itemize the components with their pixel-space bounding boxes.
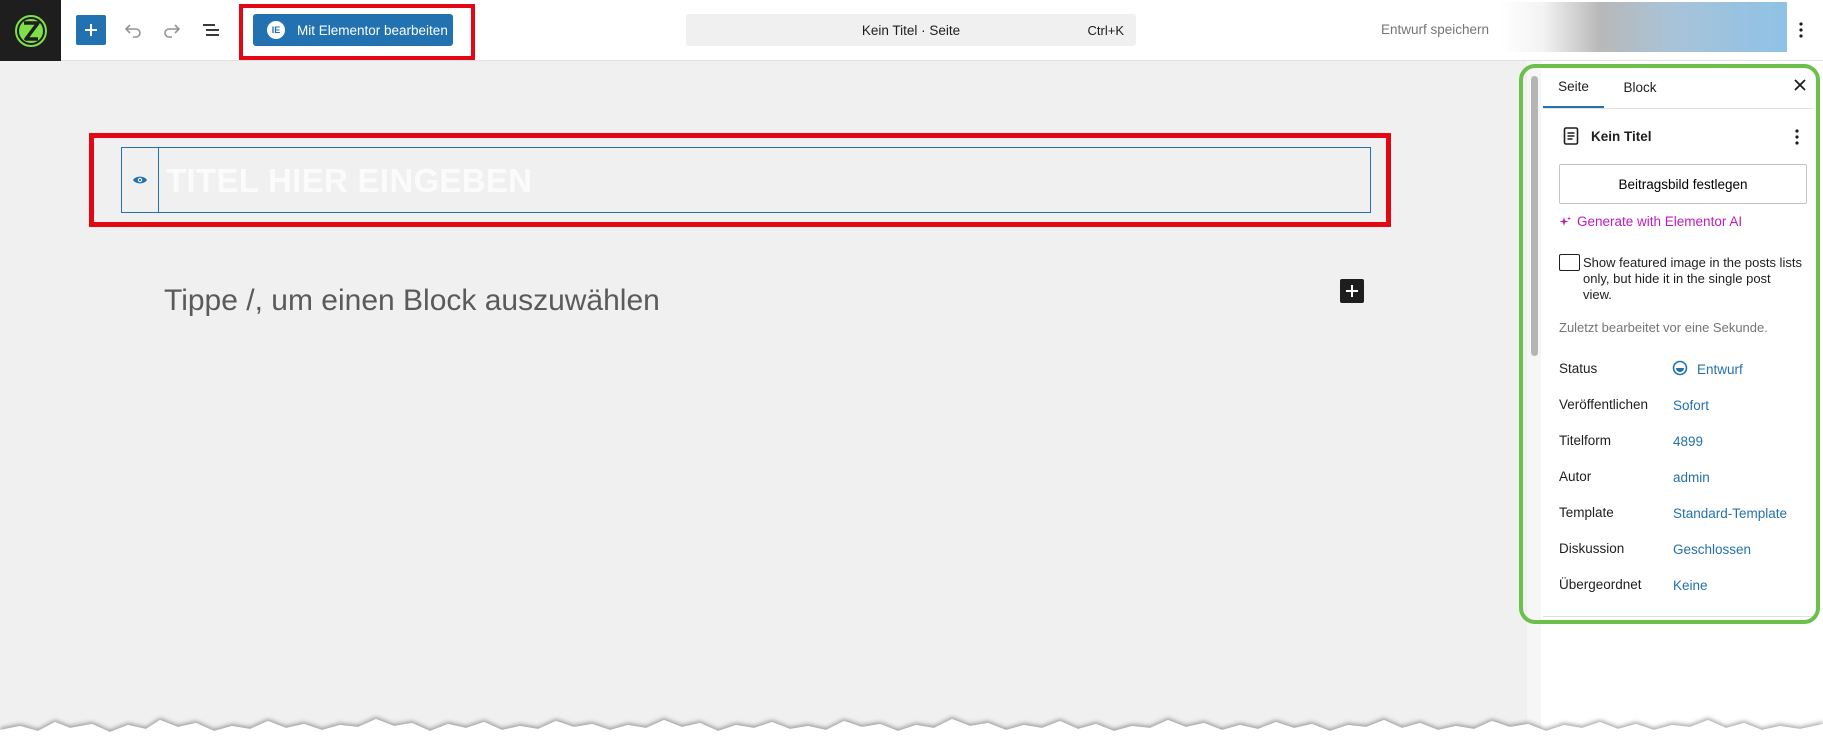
ai-link-label: Generate with Elementor AI (1577, 214, 1743, 229)
meta-label-publish: Veröffentlichen (1559, 397, 1649, 412)
site-logo-icon[interactable] (0, 0, 61, 61)
meta-label-discussion: Diskussion (1559, 541, 1625, 556)
tab-page[interactable]: Seite (1543, 66, 1604, 108)
block-inserter-button[interactable] (1340, 279, 1364, 303)
redo-icon (164, 24, 181, 38)
editor-header: IE Mit Elementor bearbeiten Kein Titel ·… (0, 0, 1823, 61)
meta-value-author[interactable]: admin (1673, 470, 1710, 485)
default-block-appender[interactable]: Tippe /, um einen Block auszuwählen (164, 284, 660, 318)
close-icon (1794, 79, 1806, 91)
sparkle-icon (1559, 216, 1571, 226)
list-view-icon (203, 24, 219, 36)
plus-icon (85, 24, 97, 36)
meta-value-slug[interactable]: 4899 (1673, 434, 1703, 449)
undo-icon (124, 24, 141, 38)
meta-label-parent: Übergeordnet (1559, 577, 1642, 592)
show-featured-image-checkbox[interactable] (1559, 254, 1580, 271)
set-featured-image-button[interactable]: Beitragsbild festlegen (1559, 164, 1807, 204)
document-actions-button[interactable] (1787, 124, 1807, 150)
edit-with-elementor-label: Mit Elementor bearbeiten (297, 22, 448, 38)
meta-value-template[interactable]: Standard-Template (1673, 506, 1787, 521)
meta-value-discussion[interactable]: Geschlossen (1673, 542, 1751, 557)
command-shortcut: Ctrl+K (1087, 23, 1124, 38)
blurred-header-actions (1500, 2, 1787, 52)
more-vertical-icon (1795, 129, 1799, 145)
toggle-title-visibility[interactable] (122, 148, 159, 212)
close-sidebar-button[interactable] (1787, 72, 1813, 98)
last-edited-text: Zuletzt bearbeitet vor eine Sekunde. (1559, 320, 1768, 335)
more-vertical-icon (1799, 22, 1803, 38)
document-title: Kein Titel (1591, 129, 1652, 144)
document-title-label: Kein Titel · Seite (861, 22, 961, 38)
tab-page-label: Seite (1558, 78, 1589, 94)
edit-with-elementor-button[interactable]: IE Mit Elementor bearbeiten (253, 14, 453, 46)
generate-with-elementor-ai-link[interactable]: Generate with Elementor AI (1559, 214, 1742, 229)
options-menu-button[interactable] (1788, 15, 1814, 45)
meta-value-parent[interactable]: Keine (1673, 578, 1708, 593)
meta-label-template: Template (1559, 505, 1614, 520)
meta-value-status[interactable]: Entwurf (1697, 362, 1743, 377)
save-draft-button[interactable]: Entwurf speichern (1381, 22, 1489, 37)
post-title-block[interactable]: TITEL HIER EINGEBEN (121, 147, 1371, 213)
redo-button[interactable] (157, 15, 187, 45)
tab-block-label: Block (1623, 79, 1657, 95)
meta-value-publish[interactable]: Sofort (1673, 398, 1709, 413)
elementor-icon: IE (267, 21, 285, 39)
add-block-button[interactable] (76, 15, 106, 45)
page-icon (1563, 127, 1579, 145)
title-placeholder: TITEL HIER EINGEBEN (166, 162, 533, 199)
list-view-button[interactable] (196, 15, 226, 45)
sidebar-scroll-thumb[interactable] (1531, 76, 1538, 356)
show-featured-image-label: Show featured image in the posts lists o… (1583, 255, 1802, 302)
command-palette-button[interactable]: Kein Titel · Seite Ctrl+K (686, 14, 1136, 46)
meta-label-slug: Titelform (1559, 433, 1612, 448)
plus-icon (1346, 285, 1358, 297)
meta-label-author: Autor (1559, 469, 1592, 484)
draft-status-icon (1672, 360, 1688, 376)
tabs-divider (1543, 108, 1813, 109)
tab-block[interactable]: Block (1610, 66, 1670, 108)
torn-edge-decoration (0, 719, 1823, 752)
undo-button[interactable] (118, 15, 148, 45)
sidebar-section-divider (1543, 616, 1813, 617)
meta-label-status: Status (1559, 361, 1598, 376)
eye-icon (133, 176, 147, 184)
